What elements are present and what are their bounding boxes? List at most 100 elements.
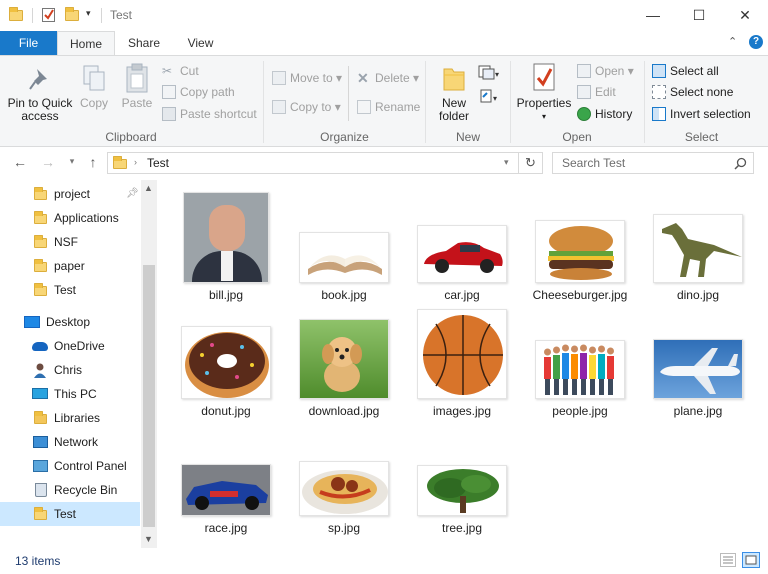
customize-quick-access-icon[interactable]: ▾ <box>86 8 102 24</box>
sidebar-item-applications[interactable]: Applications <box>0 206 140 230</box>
file-item-download[interactable]: download.jpg <box>288 306 400 421</box>
history-button[interactable]: History <box>577 105 632 123</box>
sidebar-item-recycle-bin[interactable]: Recycle Bin <box>0 478 140 502</box>
details-view-icon[interactable] <box>720 553 736 567</box>
sidebar-item-libraries[interactable]: Libraries <box>0 406 140 430</box>
tab-view[interactable]: View <box>173 31 228 55</box>
new-item-icon[interactable]: ▾ <box>478 64 500 80</box>
file-item-plane[interactable]: plane.jpg <box>642 306 754 421</box>
file-item-images[interactable]: images.jpg <box>406 306 518 421</box>
tab-share[interactable]: Share <box>115 31 173 55</box>
file-item-bill[interactable]: bill.jpg <box>170 190 282 305</box>
recent-locations-icon[interactable]: ▾ <box>62 156 82 167</box>
select-none-label: Select none <box>670 85 734 99</box>
donut-thumbnail <box>181 326 271 399</box>
file-item-cheeseburger[interactable]: Cheeseburger.jpg <box>524 190 636 305</box>
sidebar-item-control-panel[interactable]: Control Panel <box>0 454 140 478</box>
file-item-race[interactable]: race.jpg <box>170 423 282 538</box>
sidebar-item-test[interactable]: Test <box>0 502 140 526</box>
sidebar-item-this-pc[interactable]: This PC <box>0 382 140 406</box>
file-item-tree[interactable]: tree.jpg <box>406 423 518 538</box>
cheeseburger-thumbnail <box>535 220 625 283</box>
properties-button[interactable]: Properties ▾ <box>515 62 573 123</box>
copy-to-button[interactable]: Copy to ▾ <box>272 98 341 116</box>
sidebar-item-test-quick[interactable]: Test <box>0 278 140 302</box>
history-label: History <box>595 107 633 121</box>
file-item-sp[interactable]: sp.jpg <box>288 423 400 538</box>
images-thumbnail <box>417 309 507 399</box>
file-item-book[interactable]: book.jpg <box>288 190 400 305</box>
library-icon <box>34 411 47 424</box>
tab-file[interactable]: File <box>0 31 57 55</box>
file-name: race.jpg <box>204 521 248 535</box>
up-arrow-icon[interactable]: ↑ <box>83 154 103 170</box>
back-arrow-icon[interactable]: ← <box>10 154 30 170</box>
sidebar-item-desktop[interactable]: Desktop <box>0 310 140 334</box>
select-all-button[interactable]: Select all <box>652 62 719 80</box>
large-icons-view-icon[interactable] <box>742 552 760 568</box>
new-folder-button[interactable]: New folder <box>432 64 476 123</box>
invert-selection-button[interactable]: Invert selection <box>652 105 751 123</box>
search-input[interactable]: Search Test <box>562 156 625 170</box>
pin-icon[interactable]: 📌︎ <box>126 188 139 199</box>
pin-label: Pin to Quick access <box>7 96 73 123</box>
edit-button[interactable]: Edit <box>577 83 616 101</box>
maximize-button[interactable]: ☐ <box>676 0 722 31</box>
paste-shortcut-button[interactable]: Paste shortcut <box>162 105 257 123</box>
forward-arrow-icon[interactable]: → <box>38 154 58 170</box>
minimize-button[interactable]: — <box>630 0 676 31</box>
sidebar-item-project[interactable]: project 📌︎ <box>0 182 140 206</box>
properties-quick-icon[interactable] <box>41 7 57 23</box>
cut-button[interactable]: ✂ Cut <box>162 62 199 80</box>
file-item-donut[interactable]: donut.jpg <box>170 306 282 421</box>
file-name: plane.jpg <box>673 404 723 418</box>
scroll-up-icon[interactable]: ▲ <box>144 183 153 193</box>
delete-button[interactable]: ✕ Delete ▾ <box>357 69 419 87</box>
bill-thumbnail <box>183 192 269 283</box>
sidebar-item-chris[interactable]: Chris <box>0 358 140 382</box>
sidebar-item-label: Desktop <box>46 315 91 329</box>
select-all-label: Select all <box>670 64 719 78</box>
breadcrumb-test[interactable]: Test <box>147 156 169 170</box>
file-item-people[interactable]: people.jpg <box>524 306 636 421</box>
scroll-down-icon[interactable]: ▼ <box>144 534 153 544</box>
file-name: bill.jpg <box>208 288 244 302</box>
rename-button[interactable]: Rename <box>357 98 420 116</box>
sidebar-scroll-thumb[interactable] <box>143 265 155 527</box>
tab-home[interactable]: Home <box>57 31 115 56</box>
paste-button[interactable]: Paste <box>118 63 156 110</box>
address-dropdown-icon[interactable]: ▾ <box>504 157 509 168</box>
file-name: dino.jpg <box>676 288 720 302</box>
breadcrumb-chevron-icon[interactable]: › <box>134 157 137 167</box>
address-bar[interactable]: › Test ▾ <box>107 152 519 174</box>
select-none-button[interactable]: Select none <box>652 83 733 101</box>
move-to-icon <box>272 71 286 85</box>
copy-path-button[interactable]: Copy path <box>162 83 235 101</box>
sidebar-item-network[interactable]: Network <box>0 430 140 454</box>
sidebar-item-label: Chris <box>54 363 83 377</box>
open-button[interactable]: Open ▾ <box>577 62 634 80</box>
help-icon[interactable]: ? <box>749 35 763 49</box>
file-name: Cheeseburger.jpg <box>532 288 628 302</box>
file-item-car[interactable]: car.jpg <box>406 190 518 305</box>
sp-thumbnail <box>299 461 389 516</box>
close-button[interactable]: ✕ <box>722 0 768 31</box>
search-box[interactable]: Search Test <box>552 152 754 174</box>
new-folder-quick-icon[interactable] <box>65 7 79 21</box>
sidebar-item-nsf[interactable]: NSF <box>0 230 140 254</box>
properties-dropdown-icon: ▾ <box>541 112 546 121</box>
sidebar-item-paper[interactable]: paper <box>0 254 140 278</box>
item-count: 13 items <box>15 554 61 568</box>
sidebar-item-onedrive[interactable]: OneDrive <box>0 334 140 358</box>
file-item-dino[interactable]: dino.jpg <box>642 190 754 305</box>
move-to-button[interactable]: Move to ▾ <box>272 69 342 87</box>
copy-button[interactable]: Copy <box>78 64 110 110</box>
collapse-ribbon-icon[interactable]: ⌃ <box>728 35 737 48</box>
easy-access-icon[interactable]: ▾ <box>478 88 500 104</box>
refresh-button[interactable]: ↻ <box>519 152 543 174</box>
title-bar: ▾ Test — ☐ ✕ <box>0 0 768 31</box>
pin-to-quick-access-button[interactable]: Pin to Quick access <box>6 66 74 123</box>
file-name: car.jpg <box>444 288 480 302</box>
move-to-label: Move to <box>290 71 333 85</box>
plane-thumbnail <box>653 339 743 399</box>
